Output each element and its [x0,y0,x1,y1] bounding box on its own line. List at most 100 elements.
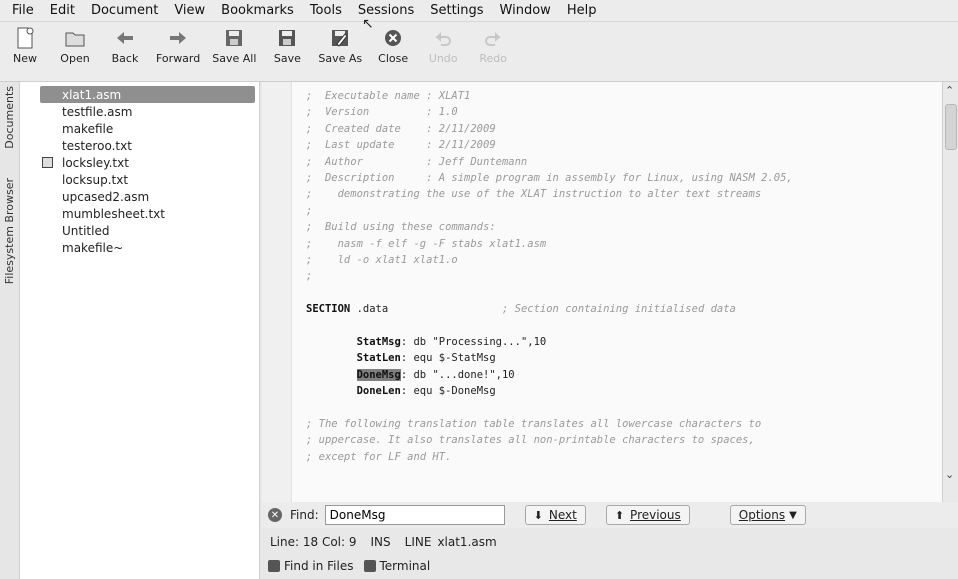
find-options-label: Options [738,508,786,522]
arrow-down-icon: ⬇ [533,508,543,522]
menu-settings[interactable]: Settings [422,3,491,18]
floppy-icon [42,157,53,168]
find-next-button[interactable]: ⬇ Next [524,505,586,525]
find-previous-button[interactable]: ⬆ Previous [605,505,690,525]
document-list-item[interactable]: Untitled [20,222,259,239]
filesystem-tab-label: Filesystem Browser [3,178,16,285]
save-as-icon [328,26,352,50]
menu-document[interactable]: Document [83,3,166,18]
insert-mode[interactable]: INS [371,535,391,549]
menu-view[interactable]: View [166,3,213,18]
save-all-icon [222,26,246,50]
code-line: ; Build using these commands: [306,221,496,234]
terminal-icon [363,560,376,572]
code-line: ; except for LF and HT. [306,450,452,463]
code-line: DoneMsg: db "...done!",10 [356,368,515,381]
document-list-item[interactable]: makefile [20,120,259,137]
document-name: makefile~ [62,240,124,255]
menu-bookmarks[interactable]: Bookmarks [213,3,302,18]
document-list-item[interactable]: testfile.asm [20,103,259,120]
document-name: locksup.txt [62,172,129,187]
find-options-button[interactable]: Options ▼ [729,505,806,525]
editor-gutter [262,82,292,502]
find-next-label: Next [548,508,577,522]
code-line: ; Author : Jeff Duntemann [306,155,528,168]
undo-button[interactable]: Undo [424,26,462,65]
close-find-icon[interactable]: ✕ [268,508,282,522]
find-input[interactable] [324,505,505,525]
document-name: testeroo.txt [62,138,132,153]
find-previous-label: Previous [630,508,681,522]
code-line: ; Executable name : XLAT1 [306,90,471,102]
document-name: mumblesheet.txt [62,206,165,221]
scroll-up-icon[interactable]: ⌃ [945,84,954,97]
save-button[interactable]: Save [268,26,306,65]
code-line: ; demonstrating the use of the XLAT inst… [306,188,762,201]
editor-vertical-scrollbar[interactable]: ⌃ ⌄ [942,82,958,502]
new-label: New [13,52,37,65]
binoculars-icon [268,560,280,572]
document-list-item[interactable]: locksley.txt [20,154,259,171]
arrow-left-icon [113,26,137,50]
close-button[interactable]: Close [374,26,412,65]
open-button[interactable]: Open [56,26,94,65]
filesystem-browser-tab[interactable]: Filesystem Browser [3,178,16,284]
menu-tools[interactable]: Tools [302,3,350,18]
document-list-item[interactable]: upcased2.asm [20,188,259,205]
cursor-position: Line: 18 Col: 9 [270,535,357,549]
code-line: ; Description : A simple program in asse… [306,171,793,184]
scroll-down-icon[interactable]: ⌄ [945,468,954,481]
documents-tab[interactable]: Documents [3,86,16,149]
document-list-item[interactable]: locksup.txt [20,171,259,188]
save-all-button[interactable]: Save All [212,26,256,65]
find-in-files-label: Find in Files [284,559,354,573]
menu-file[interactable]: File [4,3,42,18]
save-all-label: Save All [212,52,257,65]
close-circle-icon [381,26,405,50]
floppy-icon [275,26,299,50]
menu-window[interactable]: Window [492,3,559,18]
document-list-item[interactable]: mumblesheet.txt [20,205,259,222]
menu-help[interactable]: Help [559,3,605,18]
find-in-files-tab[interactable]: Find in Files [268,559,354,573]
selection-mode[interactable]: LINE [405,535,432,549]
forward-button[interactable]: Forward [156,26,200,65]
code-line: SECTION .data ; Section containing initi… [306,303,736,316]
save-as-button[interactable]: Save As [318,26,362,65]
mouse-pointer-icon: ↖ [362,16,374,32]
arrow-right-icon [166,26,190,50]
new-button[interactable]: New [6,26,44,65]
code-line: ; uppercase. It also translates all non-… [306,434,755,447]
document-list-item[interactable]: makefile~ [20,239,259,256]
code-line: ; Created date : 2/11/2009 [306,122,496,135]
new-document-icon [13,26,37,50]
menu-bar: File Edit Document View Bookmarks Tools Sessio… [0,0,958,22]
code-line: ; Last update : 2/11/2009 [306,139,496,152]
code-line: ; [306,204,313,217]
document-list-item[interactable]: xlat1.asm [40,86,255,103]
close-label: Close [378,52,409,65]
find-bar: ✕ Find: ⬇ Next ⬆ Previous Options ▼ [262,502,958,528]
code-line: ; nasm -f elf -g -F stabs xlat1.asm [306,237,547,250]
menu-edit[interactable]: Edit [42,3,83,18]
code-line: StatLen: equ $-StatMsg [356,352,496,365]
terminal-label: Terminal [379,559,431,573]
redo-icon [481,26,505,50]
save-as-label: Save As [318,52,363,65]
menu-sessions[interactable]: Sessions [350,3,422,18]
scrollbar-thumb[interactable] [945,104,957,150]
code-content[interactable]: ; Executable name : XLAT1 ; Version : 1.0… [306,88,936,465]
document-name: testfile.asm [62,104,133,119]
code-editor[interactable]: ; Executable name : XLAT1 ; Version : 1.0… [262,82,942,502]
find-label: Find: [290,508,319,522]
document-list-item[interactable]: testeroo.txt [20,137,259,154]
terminal-tab[interactable]: Terminal [363,559,431,573]
back-button[interactable]: Back [106,26,144,65]
redo-button[interactable]: Redo [474,26,512,65]
undo-label: Undo [428,52,458,65]
code-line: ; Version : 1.0 [306,106,458,119]
open-label: Open [60,52,90,65]
current-filename: xlat1.asm [437,535,497,549]
